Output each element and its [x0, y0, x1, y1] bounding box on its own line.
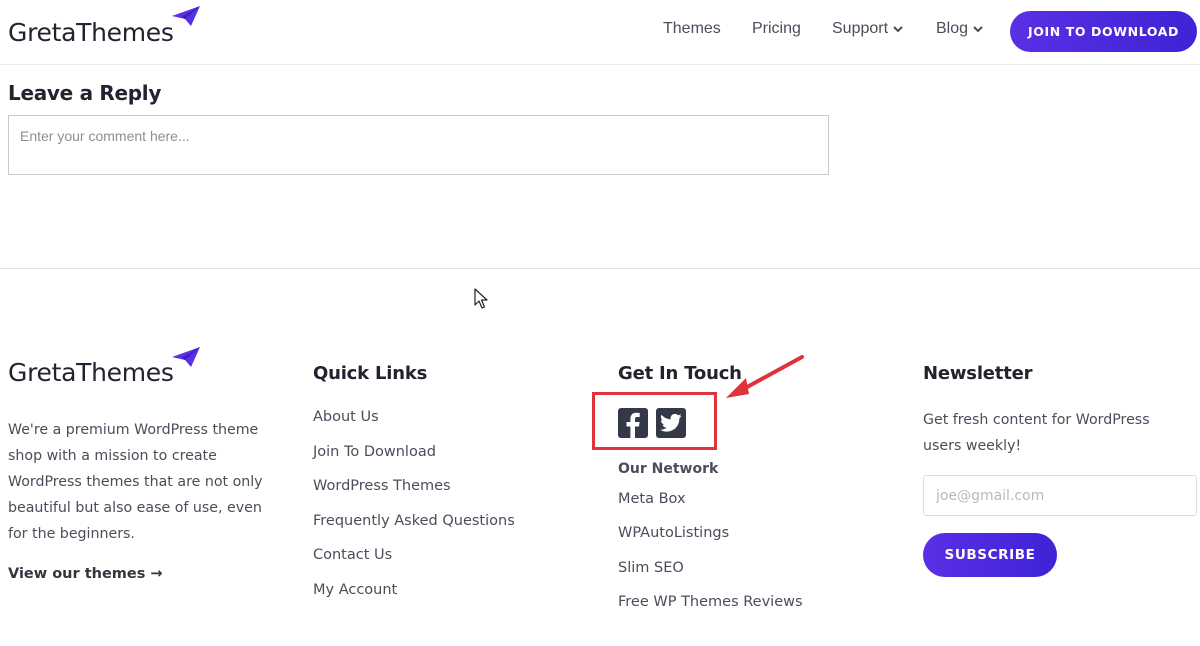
- twitter-glyph: [660, 413, 682, 432]
- nav-blog[interactable]: Blog: [936, 20, 983, 38]
- chevron-down-icon: [893, 26, 903, 33]
- about-text: We're a premium WordPress theme shop wit…: [8, 422, 263, 542]
- join-to-download-button[interactable]: JOIN TO DOWNLOAD: [1010, 11, 1197, 52]
- footer-logo[interactable]: GretaThemes: [8, 347, 200, 387]
- mouse-cursor-icon: [474, 288, 488, 309]
- link-wordpress-themes[interactable]: WordPress Themes: [313, 478, 451, 494]
- footer-divider: [0, 268, 1200, 269]
- link-contact-us[interactable]: Contact Us: [313, 547, 392, 563]
- nav-pricing[interactable]: Pricing: [752, 20, 801, 38]
- newsletter-text: Get fresh content for WordPress users we…: [923, 412, 1150, 454]
- newsletter-title: Newsletter: [923, 363, 1033, 384]
- site-logo[interactable]: GretaThemes: [8, 6, 200, 47]
- paper-plane-icon: [172, 6, 200, 26]
- nav-label: Support: [832, 20, 889, 37]
- reply-title: Leave a Reply: [8, 81, 162, 105]
- view-themes-link[interactable]: View our themes →: [8, 566, 163, 582]
- site-header: GretaThemes Themes Pricing Support Blog …: [0, 0, 1200, 65]
- link-meta-box[interactable]: Meta Box: [618, 491, 686, 507]
- link-about-us[interactable]: About Us: [313, 409, 379, 425]
- link-free-wp-themes-reviews[interactable]: Free WP Themes Reviews: [618, 594, 803, 610]
- annotation-highlight-box: [592, 392, 717, 450]
- facebook-icon[interactable]: [618, 408, 648, 438]
- twitter-icon[interactable]: [656, 408, 686, 438]
- link-wpautolistings[interactable]: WPAutoListings: [618, 525, 729, 541]
- paper-plane-icon: [172, 347, 200, 367]
- our-network-title: Our Network: [618, 461, 719, 477]
- link-join-to-download[interactable]: Join To Download: [313, 444, 436, 460]
- nav-support[interactable]: Support: [832, 20, 903, 38]
- link-my-account[interactable]: My Account: [313, 582, 397, 598]
- nav-themes[interactable]: Themes: [663, 20, 721, 38]
- nav-label: Blog: [936, 20, 969, 37]
- link-slim-seo[interactable]: Slim SEO: [618, 560, 684, 576]
- nav-label: Themes: [663, 20, 721, 37]
- nav-label: Pricing: [752, 20, 801, 37]
- chevron-down-icon: [973, 26, 983, 33]
- annotation-arrow: [726, 355, 804, 398]
- comment-input[interactable]: [8, 115, 829, 175]
- facebook-glyph: [626, 412, 640, 438]
- quick-links-title: Quick Links: [313, 363, 428, 384]
- link-faq[interactable]: Frequently Asked Questions: [313, 513, 515, 529]
- email-field[interactable]: [923, 475, 1197, 516]
- logo-text: GretaThemes: [8, 358, 174, 387]
- logo-text: GretaThemes: [8, 18, 174, 47]
- subscribe-button[interactable]: SUBSCRIBE: [923, 533, 1057, 577]
